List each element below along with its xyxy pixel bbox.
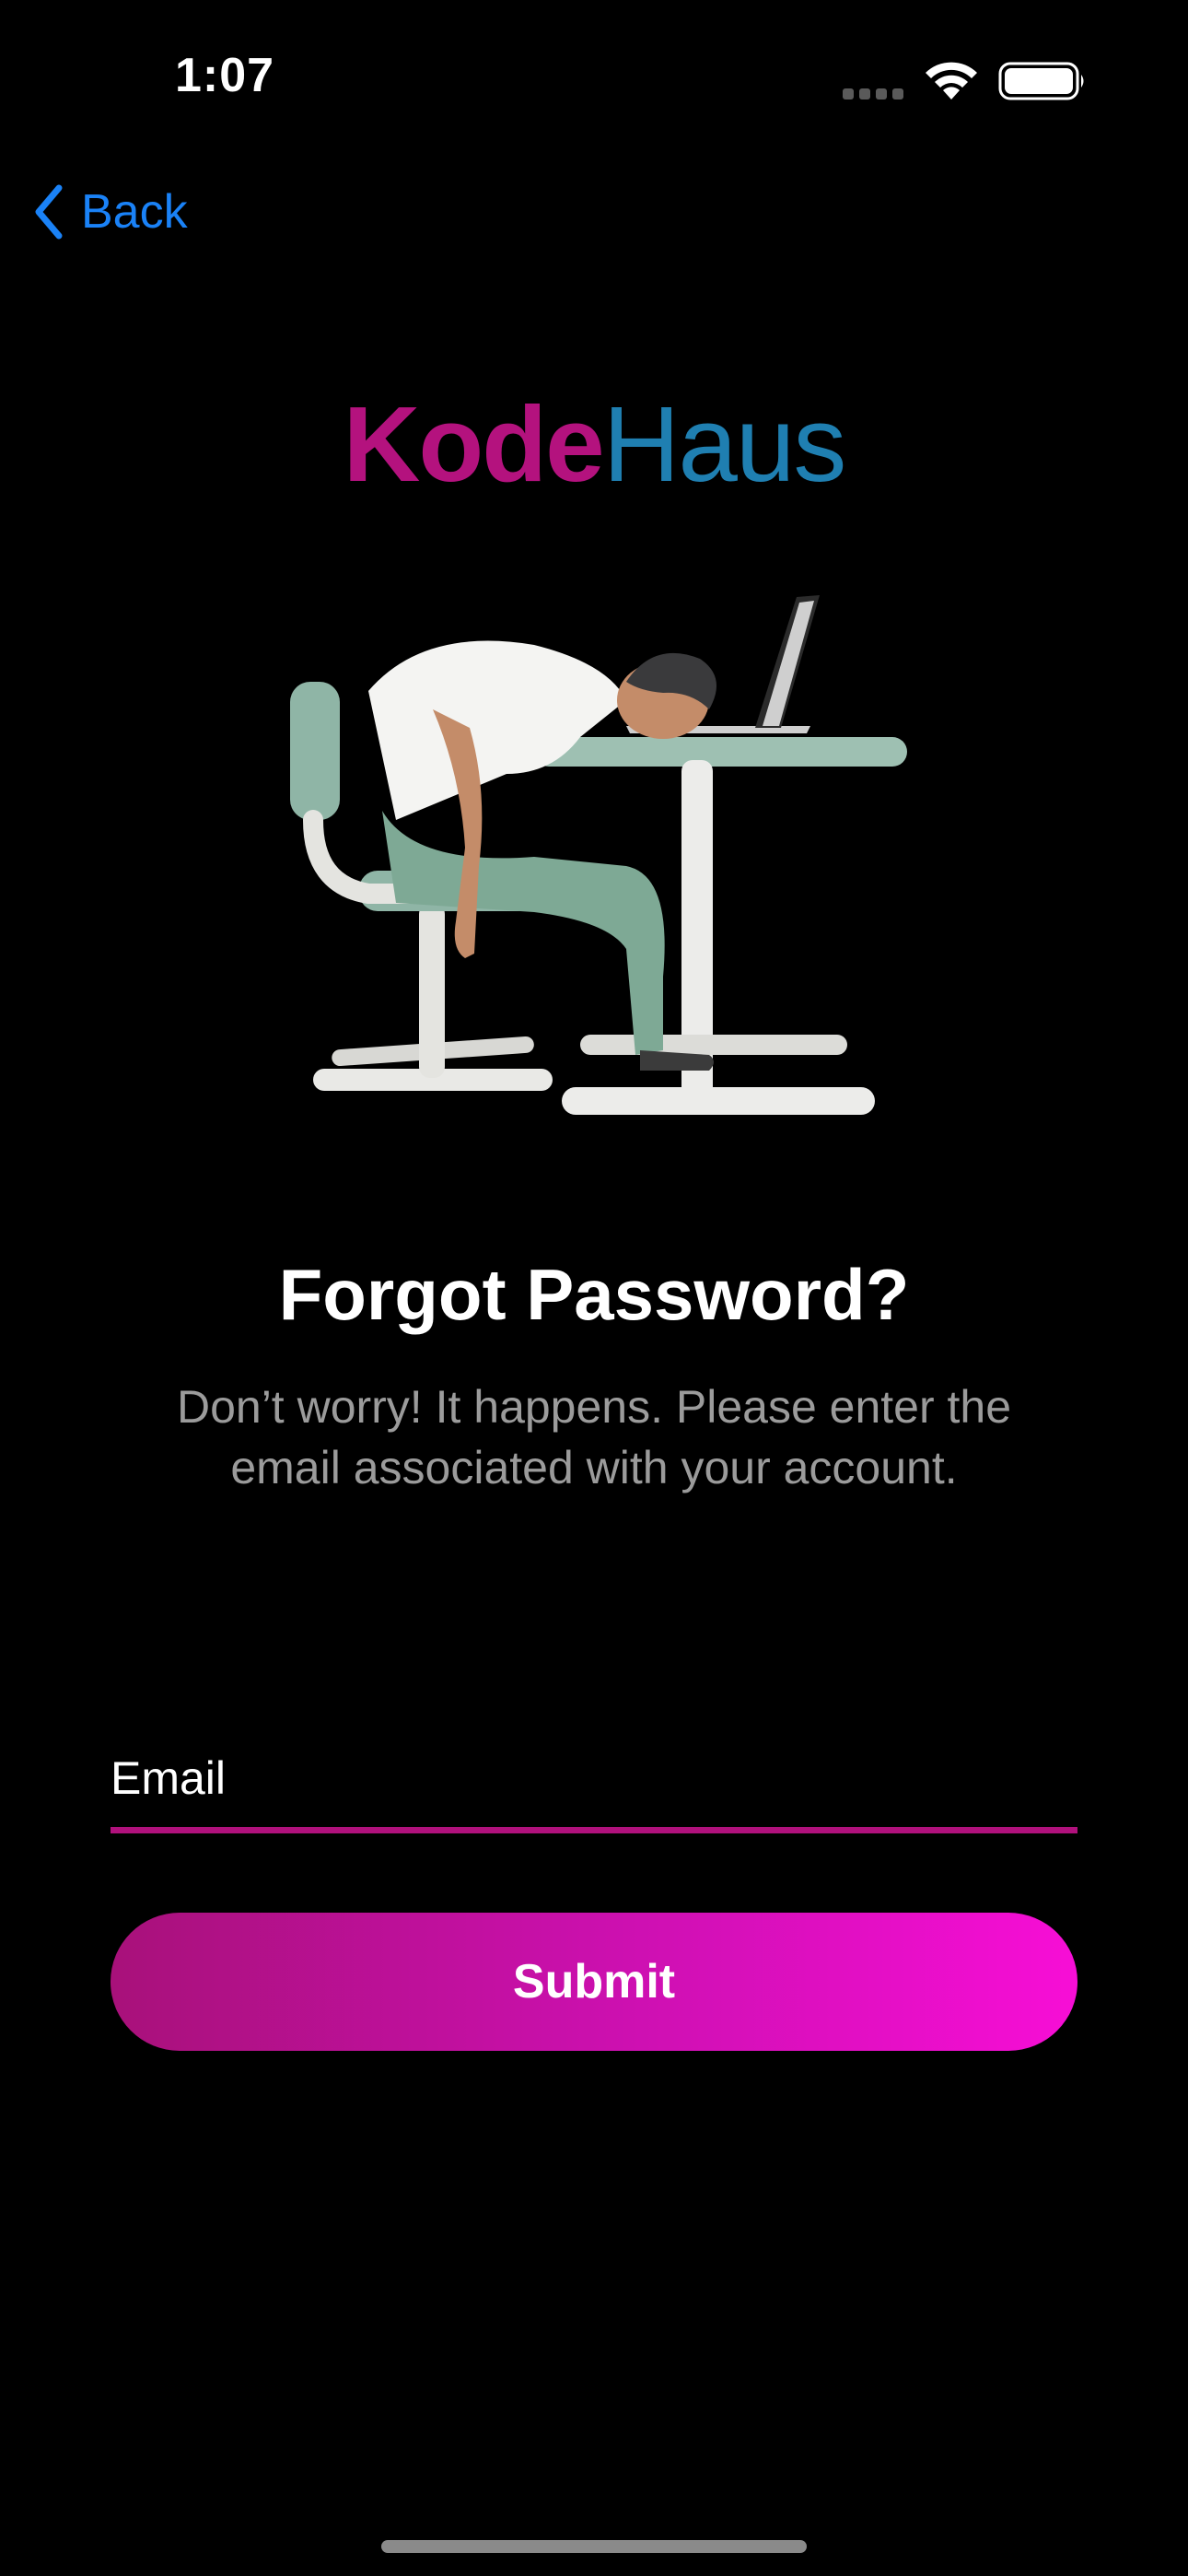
- tired-person-illustration: [290, 595, 907, 1115]
- cellular-signal-icon: [843, 88, 903, 100]
- status-bar: 1:07: [0, 0, 1188, 157]
- back-button[interactable]: Back: [33, 175, 188, 249]
- desk: [534, 737, 907, 1115]
- back-label: Back: [81, 185, 188, 239]
- logo-part-haus: Haus: [602, 384, 847, 504]
- app-logo: KodeHaus: [0, 380, 1188, 509]
- wifi-icon: [926, 62, 977, 100]
- battery-icon: [998, 62, 1084, 100]
- submit-button[interactable]: Submit: [111, 1913, 1077, 2051]
- email-field: [111, 1732, 1077, 1833]
- status-time: 1:07: [175, 49, 275, 102]
- chevron-left-icon: [35, 184, 63, 240]
- home-indicator[interactable]: [381, 2540, 807, 2553]
- page-title: Forgot Password?: [278, 1254, 910, 1335]
- email-input[interactable]: [111, 1732, 1077, 1824]
- page-subtitle: Don’t worry! It happens. Please enter th…: [176, 1381, 1012, 1493]
- logo-part-kode: Kode: [343, 384, 605, 504]
